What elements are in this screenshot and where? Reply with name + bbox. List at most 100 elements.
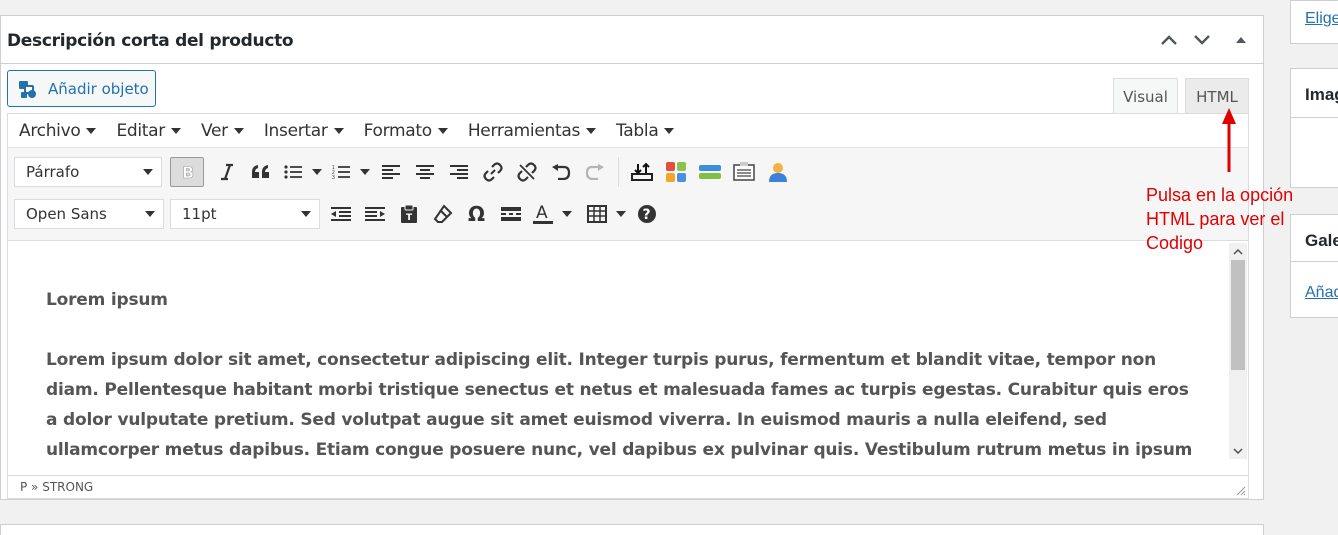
- caret-down-icon: [360, 169, 370, 175]
- remove-link-button[interactable]: [510, 156, 544, 188]
- clear-formatting-button[interactable]: [426, 198, 460, 230]
- caret-down-icon: [562, 211, 572, 217]
- text-color-dropdown[interactable]: [558, 198, 576, 230]
- read-more-icon: [501, 207, 521, 221]
- block-format-select[interactable]: Párrafo: [14, 157, 162, 187]
- divider: [1291, 261, 1338, 262]
- omega-icon: Ω: [468, 205, 485, 223]
- menu-editar[interactable]: Editar: [116, 121, 181, 141]
- menu-ver[interactable]: Ver: [201, 121, 244, 141]
- table-dropdown[interactable]: [612, 198, 630, 230]
- align-center-icon: [416, 165, 434, 179]
- table-button[interactable]: [582, 198, 612, 230]
- align-right-button[interactable]: [442, 156, 476, 188]
- svg-text:?: ?: [643, 207, 651, 223]
- editor-content[interactable]: Lorem ipsum Lorem ipsum dolor sit amet, …: [8, 243, 1227, 459]
- bullet-list-icon: [284, 165, 302, 179]
- paste-text-button[interactable]: T: [392, 198, 426, 230]
- menu-herramientas[interactable]: Herramientas: [467, 120, 597, 141]
- element-path[interactable]: P » STRONG: [20, 480, 93, 494]
- caret-down-icon: [170, 127, 181, 134]
- read-more-button[interactable]: [494, 198, 528, 230]
- chevron-up-icon: [1161, 35, 1177, 45]
- stack-icon: [699, 165, 721, 179]
- caret-down-icon: [437, 127, 448, 134]
- redo-button[interactable]: [578, 156, 612, 188]
- annotation-arrow-icon: [1222, 108, 1236, 172]
- blockquote-button[interactable]: [244, 156, 278, 188]
- caret-down-icon: [664, 127, 675, 134]
- outdent-button[interactable]: [324, 198, 358, 230]
- tinymce-editor: Archivo Editar Ver Insertar Formato Herr…: [7, 113, 1249, 499]
- clipboard-icon: T: [401, 204, 417, 223]
- numbered-list-button[interactable]: 123: [326, 156, 356, 188]
- menu-label: Herramientas: [467, 120, 581, 141]
- svg-text:T: T: [406, 213, 413, 223]
- quote-icon: [252, 165, 269, 178]
- sidebar-box-top: Elige: [1290, 0, 1338, 44]
- font-size-select[interactable]: 11pt: [170, 199, 320, 229]
- text-color-button[interactable]: A: [528, 198, 558, 230]
- menu-archivo[interactable]: Archivo: [19, 120, 97, 141]
- svg-text:B: B: [182, 164, 194, 180]
- user-button[interactable]: [761, 156, 795, 188]
- indent-button[interactable]: [358, 198, 392, 230]
- content-block-button[interactable]: [727, 156, 761, 188]
- shortcodes-button[interactable]: [659, 156, 693, 188]
- document-icon: [733, 162, 755, 181]
- help-icon: ?: [638, 205, 656, 223]
- caret-down-icon: [233, 127, 244, 134]
- move-down-button[interactable]: [1189, 27, 1215, 53]
- panel-header: Descripción corta del producto: [1, 16, 1263, 64]
- menu-tabla[interactable]: Tabla: [616, 120, 675, 141]
- resize-handle-icon[interactable]: [1236, 486, 1246, 496]
- align-center-button[interactable]: [408, 156, 442, 188]
- table-icon: [587, 205, 607, 223]
- tab-html[interactable]: HTML: [1185, 78, 1249, 114]
- font-family-value: Open Sans: [26, 205, 107, 223]
- svg-text:3: 3: [332, 175, 335, 180]
- bullet-list-button[interactable]: [278, 156, 308, 188]
- help-button[interactable]: ?: [630, 198, 664, 230]
- sidebar-box-image: Imag: [1290, 68, 1338, 188]
- menu-insertar[interactable]: Insertar: [264, 121, 344, 141]
- menu-formato[interactable]: Formato: [364, 121, 448, 141]
- tab-visual[interactable]: Visual: [1113, 78, 1178, 114]
- menu-label: Archivo: [19, 120, 81, 141]
- numbered-list-dropdown[interactable]: [356, 156, 374, 188]
- bold-button[interactable]: B: [170, 157, 204, 187]
- sidebar-link-choose[interactable]: Elige: [1305, 10, 1338, 28]
- move-up-button[interactable]: [1156, 27, 1182, 53]
- add-object-button[interactable]: Añadir objeto: [7, 70, 156, 107]
- caret-down-icon: [143, 169, 153, 175]
- align-left-button[interactable]: [374, 156, 408, 188]
- scroll-thumb[interactable]: [1231, 260, 1245, 370]
- toggle-panel-button[interactable]: [1228, 27, 1254, 53]
- special-character-button[interactable]: Ω: [460, 198, 494, 230]
- sidebar-image-title: Imag: [1305, 85, 1338, 104]
- insert-link-button[interactable]: [476, 156, 510, 188]
- font-family-select[interactable]: Open Sans: [14, 199, 164, 229]
- editor-statusbar: P » STRONG: [8, 475, 1248, 498]
- editor-toolbar: Párrafo B 123 Open Sans 11pt T Ω A ?: [8, 148, 1248, 241]
- layout-button[interactable]: [693, 156, 727, 188]
- eraser-icon: [433, 204, 453, 223]
- menu-label: Tabla: [616, 120, 659, 141]
- content-heading: Lorem ipsum: [46, 290, 168, 310]
- short-description-panel: Descripción corta del producto Añadir ob…: [0, 15, 1264, 500]
- next-panel: [0, 524, 1264, 535]
- bullet-list-dropdown[interactable]: [308, 156, 326, 188]
- numbered-list-icon: 123: [332, 165, 350, 180]
- scroll-down-arrow[interactable]: [1229, 442, 1247, 459]
- content-scrollbar[interactable]: [1229, 243, 1247, 459]
- caret-down-icon: [333, 127, 344, 134]
- text-color-icon: A: [533, 203, 553, 224]
- import-button[interactable]: [625, 156, 659, 188]
- triangle-up-icon: [1236, 37, 1246, 43]
- annotation-text: Pulsa en la opción HTML para ver el Codi…: [1146, 185, 1294, 253]
- indent-icon: [365, 207, 385, 221]
- italic-button[interactable]: [210, 156, 244, 188]
- undo-button[interactable]: [544, 156, 578, 188]
- sidebar-link-add-gallery[interactable]: Añad: [1305, 284, 1338, 302]
- bold-icon: B: [182, 164, 194, 180]
